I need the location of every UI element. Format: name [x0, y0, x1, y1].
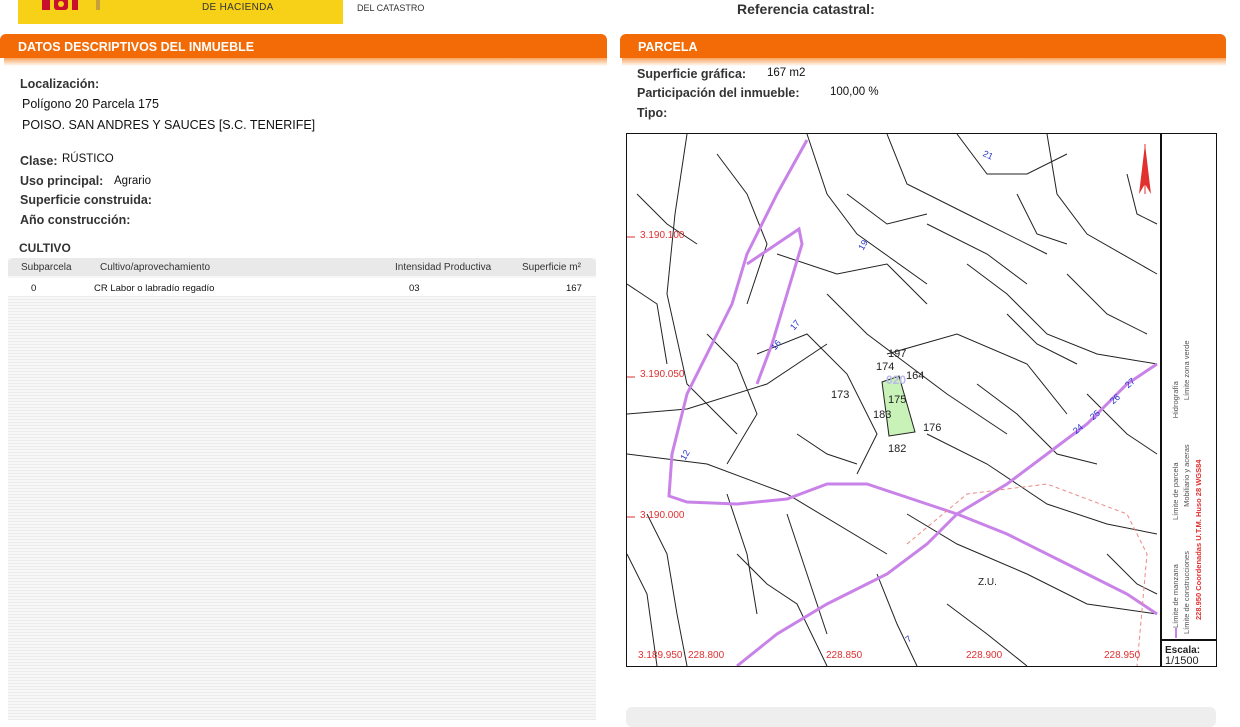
legend-manzana: Límite de manzana	[1171, 564, 1180, 638]
localizacion-line2: POISO. SAN ANDRES Y SAUCES [S.C. TENERIF…	[22, 118, 316, 132]
ministry-logo: DE HACIENDA	[18, 0, 343, 24]
scale-value: 1/1500	[1165, 655, 1199, 667]
coord-x-1: 228.800	[688, 650, 725, 661]
parcel-label: 173	[831, 389, 850, 401]
polygon-label: 020	[886, 373, 907, 387]
section-shadow	[622, 58, 1226, 66]
parcel-label: 174	[876, 361, 895, 373]
coord-y-3: 3.190.000	[640, 510, 685, 521]
clase-value: RÚSTICO	[62, 153, 114, 165]
coord-y-2: 3.190.050	[640, 369, 685, 380]
uso-label: Uso principal:	[20, 174, 104, 188]
cell-subparcela: 0	[31, 283, 37, 294]
cultivo-table	[8, 258, 596, 720]
coord-x-4: 228.950	[1104, 650, 1141, 661]
legend-parcela: Límite de parcela	[1171, 462, 1180, 521]
superficie-grafica-value: 167 m2	[767, 67, 806, 79]
clase-label: Clase:	[20, 154, 58, 168]
parcel-label: 176	[923, 422, 942, 434]
section-shadow	[4, 58, 607, 66]
col-superficie: Superficie m²	[522, 262, 581, 273]
legend-zona-verde: Límite zona verde	[1182, 340, 1191, 401]
coordinate-system-note: 228.950 Coordenadas U.T.M. Huso 28 WGS84	[1194, 459, 1203, 620]
parcel-label: 183	[873, 409, 892, 421]
superficie-grafica-label: Superficie gráfica:	[637, 67, 747, 81]
coord-y-1: 3.190.100	[640, 230, 685, 241]
north-arrow-icon	[1139, 144, 1151, 194]
cell-superficie: 167	[566, 283, 582, 294]
map-legend: Límite de manzana Límite de parcela Hidr…	[1163, 134, 1215, 639]
cadastral-reference-label: Referencia catastral:	[737, 1, 875, 17]
ministry-name: DE HACIENDA	[202, 2, 274, 13]
legend-construcciones: Límite de construcciones	[1182, 551, 1191, 634]
zone-label: Z.U.	[978, 577, 997, 588]
tipo-label: Tipo:	[637, 106, 668, 120]
section-title: PARCELA	[638, 40, 698, 54]
superficie-construida-label: Superficie construida:	[20, 193, 152, 207]
col-intensidad: Intensidad Productiva	[395, 262, 492, 273]
footer-note-box	[626, 707, 1216, 727]
parcel-label: 175	[888, 394, 907, 406]
parcel-label: 164	[906, 370, 925, 382]
cell-intensidad: 03	[409, 283, 420, 294]
section-title: DATOS DESCRIPTIVOS DEL INMUEBLE	[18, 40, 255, 54]
coord-x-3: 228.900	[966, 650, 1003, 661]
col-subparcela: Subparcela	[21, 262, 72, 273]
table-header	[8, 258, 596, 276]
parcel-label: 182	[888, 443, 907, 455]
agency-name: DEL CATASTRO	[357, 3, 425, 13]
uso-value: Agrario	[114, 175, 152, 187]
scale-divider	[1160, 639, 1217, 641]
localizacion-line1: Polígono 20 Parcela 175	[22, 97, 159, 111]
participacion-value: 100,00 %	[830, 86, 879, 98]
coord-y-4: 3.189.950	[638, 650, 683, 661]
localizacion-label: Localización:	[20, 77, 100, 91]
cultivo-title: CULTIVO	[19, 241, 71, 255]
col-cultivo: Cultivo/aprovechamiento	[100, 262, 211, 273]
parcel-label: 197	[888, 348, 907, 360]
legend-hidrografia: Hidrografía	[1171, 381, 1180, 419]
section-header-datos: DATOS DESCRIPTIVOS DEL INMUEBLE	[0, 34, 607, 58]
legend-divider	[1160, 133, 1162, 667]
cell-cultivo: CR Labor o labradío regadío	[94, 283, 215, 294]
participacion-label: Participación del inmueble:	[637, 86, 800, 100]
legend-mobiliario: Mobiliario y aceras	[1182, 444, 1191, 507]
coord-x-2: 228.850	[826, 650, 863, 661]
anio-construccion-label: Año construcción:	[20, 213, 131, 227]
coat-of-arms-icon	[42, 0, 100, 10]
section-header-parcela: PARCELA	[620, 34, 1226, 58]
